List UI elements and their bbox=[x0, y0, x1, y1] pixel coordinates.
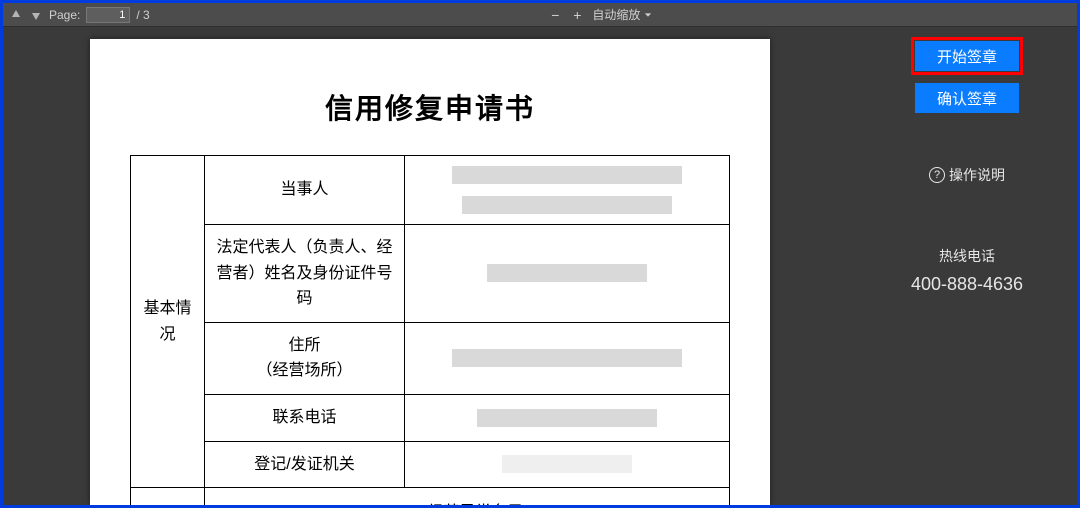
zoom-mode-select[interactable]: 自动缩放 bbox=[592, 6, 652, 23]
confirm-sign-button[interactable]: 确认签章 bbox=[915, 83, 1019, 113]
hotline-label: 热线电话 bbox=[911, 245, 1023, 269]
question-icon: ? bbox=[929, 167, 945, 183]
row-party-value bbox=[405, 156, 730, 225]
row-legalrep-value bbox=[405, 225, 730, 323]
zoom-controls: − + 自动缩放 bbox=[548, 6, 652, 23]
prev-page-arrow[interactable] bbox=[9, 8, 23, 22]
row-address-label: 住所 （经营场所） bbox=[205, 322, 405, 394]
checklist-cell: 经营异常名录 个体工商户经营异常状态 bbox=[205, 488, 730, 505]
zoom-out-button[interactable]: − bbox=[548, 8, 562, 22]
next-page-arrow[interactable] bbox=[29, 8, 43, 22]
row-legalrep-label: 法定代表人（负责人、经营者）姓名及身份证件号码 bbox=[205, 225, 405, 323]
hotline-block: 热线电话 400-888-4636 bbox=[911, 245, 1023, 299]
page-total: / 3 bbox=[136, 8, 149, 22]
row-phone-label: 联系电话 bbox=[205, 394, 405, 441]
page-number-input[interactable] bbox=[86, 7, 130, 23]
row-regorg-value bbox=[405, 441, 730, 488]
document-title: 信用修复申请书 bbox=[130, 87, 730, 127]
section-basic-label: 基本情 况 bbox=[131, 156, 205, 488]
pdf-toolbar: Page: / 3 − + 自动缩放 bbox=[3, 3, 1077, 27]
form-table: 基本情 况 当事人 法定代表人（负责人、经营者）姓名及身份证件号码 住所 （经营… bbox=[130, 155, 730, 505]
start-sign-button[interactable]: 开始签章 bbox=[915, 41, 1019, 71]
document-page: 信用修复申请书 基本情 况 当事人 法定代表人（负责人、经营者）姓名及身份证件号… bbox=[90, 39, 770, 505]
row-phone-value bbox=[405, 394, 730, 441]
checklist-item: 经营异常名录 bbox=[213, 498, 721, 505]
side-panel: 开始签章 确认签章 ? 操作说明 热线电话 400-888-4636 bbox=[857, 27, 1077, 505]
chevron-down-icon bbox=[644, 11, 652, 19]
document-viewport[interactable]: 信用修复申请书 基本情 况 当事人 法定代表人（负责人、经营者）姓名及身份证件号… bbox=[3, 27, 857, 505]
help-label: 操作说明 bbox=[949, 165, 1005, 185]
row-regorg-label: 登记/发证机关 bbox=[205, 441, 405, 488]
section-apply-label: 申请信 用修复 bbox=[131, 488, 205, 505]
zoom-in-button[interactable]: + bbox=[570, 8, 584, 22]
help-link[interactable]: ? 操作说明 bbox=[929, 165, 1005, 185]
row-party-label: 当事人 bbox=[205, 156, 405, 225]
page-label: Page: bbox=[49, 8, 80, 22]
row-address-value bbox=[405, 322, 730, 394]
zoom-mode-label: 自动缩放 bbox=[592, 6, 640, 23]
hotline-number: 400-888-4636 bbox=[911, 269, 1023, 300]
